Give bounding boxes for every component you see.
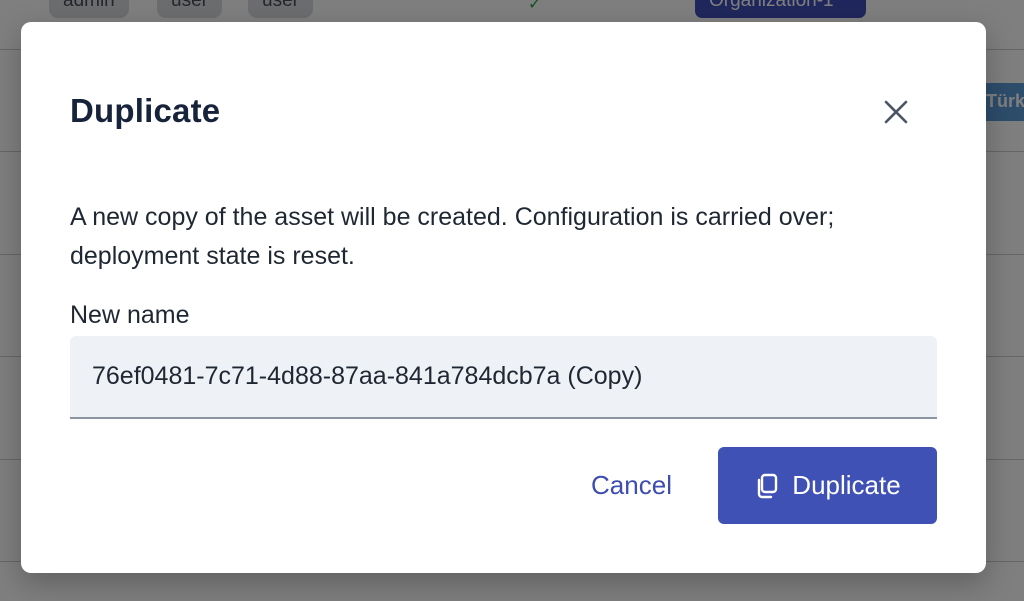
- copy-icon: [754, 472, 780, 500]
- duplicate-button-label: Duplicate: [792, 470, 901, 500]
- cancel-button[interactable]: Cancel: [569, 447, 694, 524]
- close-icon: [884, 100, 908, 124]
- new-name-input[interactable]: [70, 336, 937, 419]
- dialog-title: Duplicate: [70, 92, 221, 129]
- close-button[interactable]: [876, 92, 916, 132]
- duplicate-dialog: Duplicate A new copy of the asset will b…: [21, 22, 986, 573]
- duplicate-button[interactable]: Duplicate: [718, 447, 937, 524]
- dialog-description: A new copy of the asset will be created.…: [70, 203, 835, 270]
- new-name-label: New name: [70, 301, 190, 329]
